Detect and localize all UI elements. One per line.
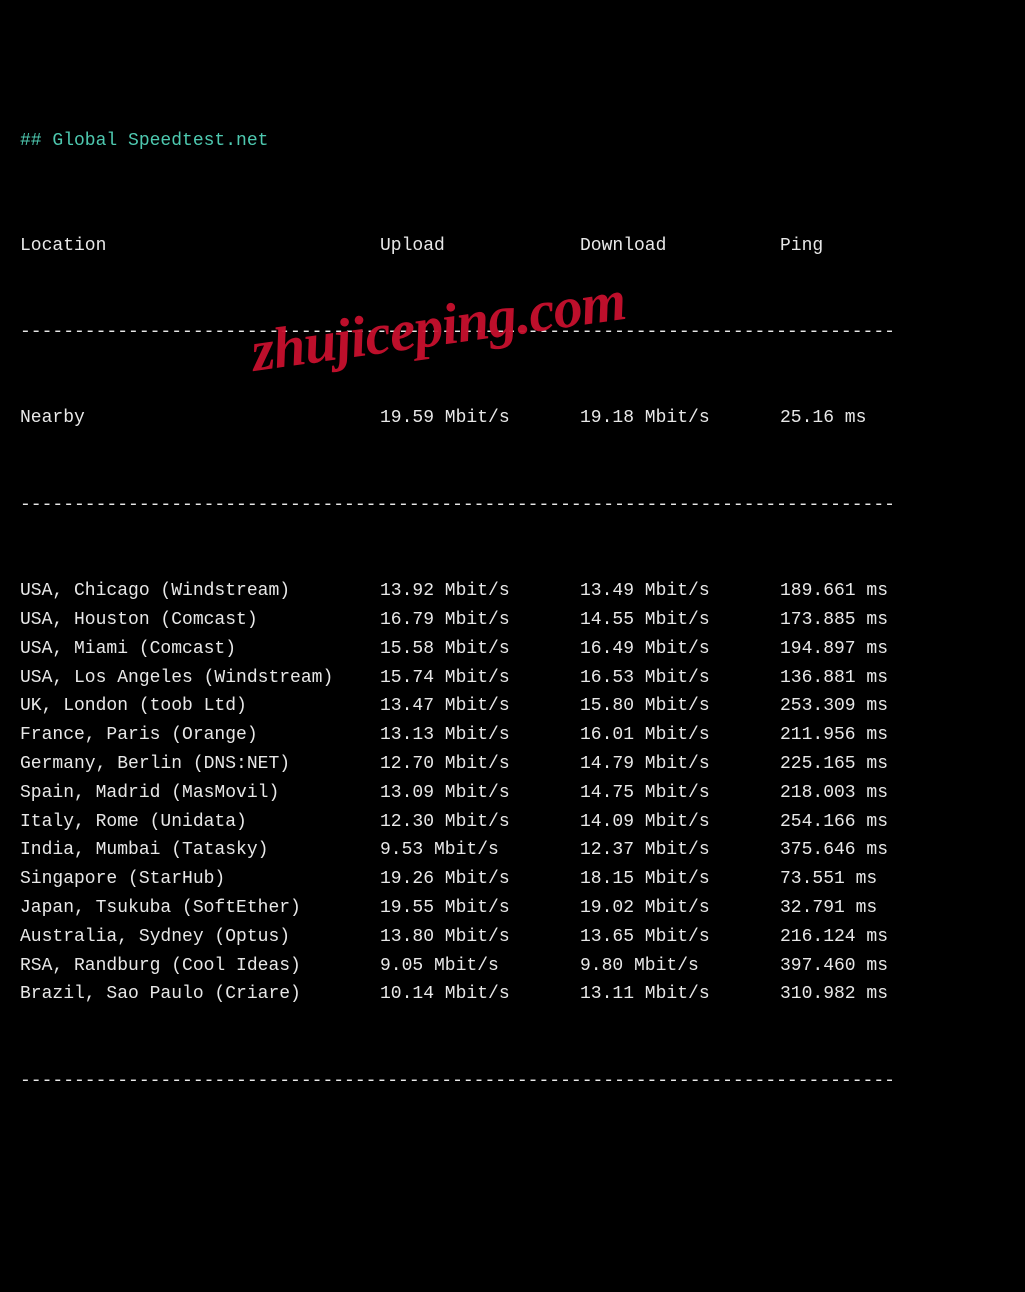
cell-location: France, Paris (Orange) [20,721,380,750]
cell-download: 13.49 Mbit/s [580,577,780,606]
cell-location: Italy, Rome (Unidata) [20,808,380,837]
cell-ping: 216.124 ms [780,923,920,952]
cell-download: 14.75 Mbit/s [580,779,780,808]
cell-upload: 19.26 Mbit/s [380,865,580,894]
cell-download: 18.15 Mbit/s [580,865,780,894]
table-row: Spain, Madrid (MasMovil)13.09 Mbit/s14.7… [20,779,1005,808]
cell-upload: 10.14 Mbit/s [380,980,580,1009]
cell-upload: 13.80 Mbit/s [380,923,580,952]
cell-ping: 189.661 ms [780,577,920,606]
nearby-download: 19.18 Mbit/s [580,404,780,433]
table-row: Australia, Sydney (Optus)13.80 Mbit/s13.… [20,923,1005,952]
cell-upload: 16.79 Mbit/s [380,606,580,635]
cell-upload: 15.58 Mbit/s [380,635,580,664]
cell-upload: 15.74 Mbit/s [380,664,580,693]
cell-location: India, Mumbai (Tatasky) [20,836,380,865]
table-row: Japan, Tsukuba (SoftEther)19.55 Mbit/s19… [20,894,1005,923]
cell-location: USA, Los Angeles (Windstream) [20,664,380,693]
cell-ping: 225.165 ms [780,750,920,779]
divider-mid: ----------------------------------------… [20,491,1005,520]
cell-ping: 32.791 ms [780,894,920,923]
cell-ping: 397.460 ms [780,952,920,981]
cell-download: 14.09 Mbit/s [580,808,780,837]
header-location: Location [20,232,380,261]
cell-location: Germany, Berlin (DNS:NET) [20,750,380,779]
cell-location: RSA, Randburg (Cool Ideas) [20,952,380,981]
table-row: India, Mumbai (Tatasky)9.53 Mbit/s12.37 … [20,836,1005,865]
cell-ping: 253.309 ms [780,692,920,721]
table-row: Germany, Berlin (DNS:NET)12.70 Mbit/s14.… [20,750,1005,779]
cell-download: 9.80 Mbit/s [580,952,780,981]
cell-location: UK, London (toob Ltd) [20,692,380,721]
cell-location: USA, Miami (Comcast) [20,635,380,664]
cell-upload: 13.92 Mbit/s [380,577,580,606]
cell-download: 12.37 Mbit/s [580,836,780,865]
cell-upload: 12.30 Mbit/s [380,808,580,837]
terminal-title: ## Global Speedtest.net [20,127,1005,156]
cell-ping: 375.646 ms [780,836,920,865]
cell-download: 15.80 Mbit/s [580,692,780,721]
cell-upload: 9.05 Mbit/s [380,952,580,981]
header-download: Download [580,232,780,261]
table-header: LocationUploadDownloadPing [20,232,1005,261]
header-ping: Ping [780,232,920,261]
table-row: UK, London (toob Ltd)13.47 Mbit/s15.80 M… [20,692,1005,721]
cell-download: 16.53 Mbit/s [580,664,780,693]
divider-top: ----------------------------------------… [20,318,1005,347]
cell-ping: 310.982 ms [780,980,920,1009]
cell-download: 14.55 Mbit/s [580,606,780,635]
table-row: Singapore (StarHub)19.26 Mbit/s18.15 Mbi… [20,865,1005,894]
nearby-ping: 25.16 ms [780,404,920,433]
cell-download: 19.02 Mbit/s [580,894,780,923]
cell-ping: 254.166 ms [780,808,920,837]
cell-download: 16.49 Mbit/s [580,635,780,664]
cell-download: 13.65 Mbit/s [580,923,780,952]
divider-bottom: ----------------------------------------… [20,1067,1005,1096]
cell-ping: 136.881 ms [780,664,920,693]
table-row: USA, Houston (Comcast)16.79 Mbit/s14.55 … [20,606,1005,635]
cell-location: Japan, Tsukuba (SoftEther) [20,894,380,923]
cell-download: 13.11 Mbit/s [580,980,780,1009]
nearby-location: Nearby [20,404,380,433]
table-row: Italy, Rome (Unidata)12.30 Mbit/s14.09 M… [20,808,1005,837]
table-row: Brazil, Sao Paulo (Criare)10.14 Mbit/s13… [20,980,1005,1009]
cell-upload: 13.13 Mbit/s [380,721,580,750]
table-row: USA, Chicago (Windstream)13.92 Mbit/s13.… [20,577,1005,606]
cell-download: 14.79 Mbit/s [580,750,780,779]
header-upload: Upload [380,232,580,261]
cell-upload: 19.55 Mbit/s [380,894,580,923]
cell-download: 16.01 Mbit/s [580,721,780,750]
cell-location: USA, Chicago (Windstream) [20,577,380,606]
cell-upload: 13.47 Mbit/s [380,692,580,721]
cell-location: USA, Houston (Comcast) [20,606,380,635]
table-row: USA, Miami (Comcast)15.58 Mbit/s16.49 Mb… [20,635,1005,664]
nearby-row: Nearby19.59 Mbit/s19.18 Mbit/s25.16 ms [20,404,1005,433]
nearby-upload: 19.59 Mbit/s [380,404,580,433]
cell-ping: 218.003 ms [780,779,920,808]
table-row: France, Paris (Orange)13.13 Mbit/s16.01 … [20,721,1005,750]
cell-ping: 73.551 ms [780,865,920,894]
cell-upload: 12.70 Mbit/s [380,750,580,779]
cell-location: Brazil, Sao Paulo (Criare) [20,980,380,1009]
table-body: USA, Chicago (Windstream)13.92 Mbit/s13.… [20,577,1005,1009]
cell-location: Spain, Madrid (MasMovil) [20,779,380,808]
cell-ping: 211.956 ms [780,721,920,750]
table-row: RSA, Randburg (Cool Ideas)9.05 Mbit/s9.8… [20,952,1005,981]
cell-upload: 9.53 Mbit/s [380,836,580,865]
table-row: USA, Los Angeles (Windstream)15.74 Mbit/… [20,664,1005,693]
cell-ping: 194.897 ms [780,635,920,664]
cell-ping: 173.885 ms [780,606,920,635]
cell-upload: 13.09 Mbit/s [380,779,580,808]
cell-location: Australia, Sydney (Optus) [20,923,380,952]
cell-location: Singapore (StarHub) [20,865,380,894]
